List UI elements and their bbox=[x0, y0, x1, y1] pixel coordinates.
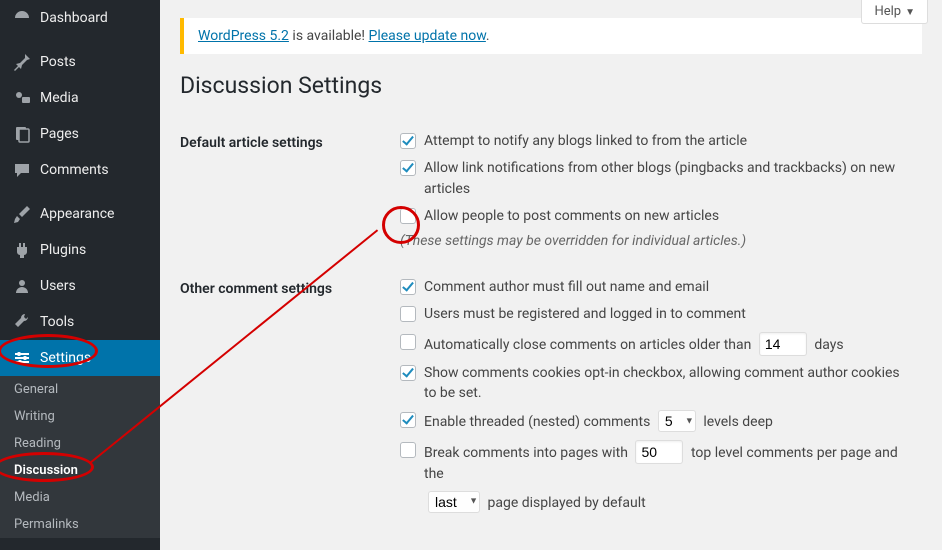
update-nag: WordPress 5.2 is available! Please updat… bbox=[180, 18, 922, 54]
label-paginate[interactable]: Break comments into pages with top level… bbox=[424, 440, 912, 484]
brush-icon bbox=[12, 204, 32, 224]
checkbox-pingbacks[interactable] bbox=[400, 160, 416, 176]
pages-icon bbox=[12, 124, 32, 144]
page-title: Discussion Settings bbox=[180, 72, 922, 99]
comments-icon bbox=[12, 160, 32, 180]
sidebar-label: Posts bbox=[40, 54, 76, 70]
checkbox-threaded[interactable] bbox=[400, 412, 416, 428]
sidebar-label: Media bbox=[40, 90, 79, 106]
sidebar-label: Users bbox=[40, 278, 76, 294]
users-icon bbox=[12, 276, 32, 296]
sidebar-label: Comments bbox=[40, 162, 109, 178]
admin-sidebar: Dashboard Posts Media Pages Comments App… bbox=[0, 0, 160, 550]
subitem-discussion[interactable]: Discussion bbox=[0, 457, 160, 484]
label-default-page: last page displayed by default bbox=[424, 491, 912, 513]
sidebar-item-settings[interactable]: Settings bbox=[0, 340, 160, 376]
section-default-heading: Default article settings bbox=[180, 117, 400, 263]
section-other-heading: Other comment settings bbox=[180, 263, 400, 534]
sidebar-item-media[interactable]: Media bbox=[0, 80, 160, 116]
checkbox-notify-blogs[interactable] bbox=[400, 133, 416, 149]
checkbox-name-email[interactable] bbox=[400, 279, 416, 295]
update-now-link[interactable]: Please update now bbox=[369, 28, 486, 44]
sidebar-label: Plugins bbox=[40, 242, 86, 258]
default-settings-note: (These settings may be overridden for in… bbox=[400, 233, 912, 249]
settings-table: Default article settings Attempt to noti… bbox=[180, 117, 922, 534]
help-tab[interactable]: Help ▼ bbox=[861, 0, 928, 24]
settings-icon bbox=[12, 348, 32, 368]
sidebar-item-dashboard[interactable]: Dashboard bbox=[0, 0, 160, 36]
sidebar-item-posts[interactable]: Posts bbox=[0, 44, 160, 80]
label-auto-close[interactable]: Automatically close comments on articles… bbox=[424, 332, 912, 356]
checkbox-allow-comments[interactable] bbox=[400, 208, 416, 224]
label-threaded[interactable]: Enable threaded (nested) comments 5 leve… bbox=[424, 410, 912, 432]
pin-icon bbox=[12, 52, 32, 72]
media-icon bbox=[12, 88, 32, 108]
tools-icon bbox=[12, 312, 32, 332]
checkbox-auto-close[interactable] bbox=[400, 334, 416, 350]
sidebar-label: Pages bbox=[40, 126, 79, 142]
sidebar-item-plugins[interactable]: Plugins bbox=[0, 232, 160, 268]
help-label: Help bbox=[874, 4, 901, 19]
settings-submenu: General Writing Reading Discussion Media… bbox=[0, 376, 160, 538]
input-close-days[interactable] bbox=[759, 332, 807, 356]
subitem-reading[interactable]: Reading bbox=[0, 430, 160, 457]
checkbox-paginate[interactable] bbox=[400, 442, 416, 458]
input-per-page[interactable] bbox=[635, 440, 683, 464]
label-pingbacks[interactable]: Allow link notifications from other blog… bbox=[424, 158, 912, 199]
label-registered[interactable]: Users must be registered and logged in t… bbox=[424, 304, 912, 324]
sidebar-label: Dashboard bbox=[40, 10, 108, 26]
checkbox-cookies[interactable] bbox=[400, 365, 416, 381]
sidebar-item-appearance[interactable]: Appearance bbox=[0, 196, 160, 232]
nag-tail: . bbox=[486, 28, 490, 44]
subitem-permalinks[interactable]: Permalinks bbox=[0, 511, 160, 538]
subitem-writing[interactable]: Writing bbox=[0, 403, 160, 430]
label-name-email[interactable]: Comment author must fill out name and em… bbox=[424, 277, 912, 297]
subitem-general[interactable]: General bbox=[0, 376, 160, 403]
sidebar-item-users[interactable]: Users bbox=[0, 268, 160, 304]
sidebar-item-pages[interactable]: Pages bbox=[0, 116, 160, 152]
select-default-page[interactable]: last bbox=[428, 491, 480, 513]
sidebar-item-comments[interactable]: Comments bbox=[0, 152, 160, 188]
nag-text: is available! bbox=[289, 28, 369, 44]
label-cookies[interactable]: Show comments cookies opt-in checkbox, a… bbox=[424, 363, 912, 404]
checkbox-registered[interactable] bbox=[400, 306, 416, 322]
sidebar-item-tools[interactable]: Tools bbox=[0, 304, 160, 340]
wp-version-link[interactable]: WordPress 5.2 bbox=[198, 28, 289, 44]
dashboard-icon bbox=[12, 8, 32, 28]
sidebar-label: Appearance bbox=[40, 206, 114, 222]
content-area: Help ▼ WordPress 5.2 is available! Please… bbox=[160, 0, 942, 550]
label-notify-blogs[interactable]: Attempt to notify any blogs linked to fr… bbox=[424, 131, 912, 151]
label-allow-comments[interactable]: Allow people to post comments on new art… bbox=[424, 206, 912, 226]
subitem-media[interactable]: Media bbox=[0, 484, 160, 511]
select-thread-depth[interactable]: 5 bbox=[658, 410, 696, 432]
sidebar-label: Settings bbox=[40, 350, 91, 366]
plug-icon bbox=[12, 240, 32, 260]
chevron-down-icon: ▼ bbox=[905, 7, 915, 18]
sidebar-label: Tools bbox=[40, 314, 74, 330]
